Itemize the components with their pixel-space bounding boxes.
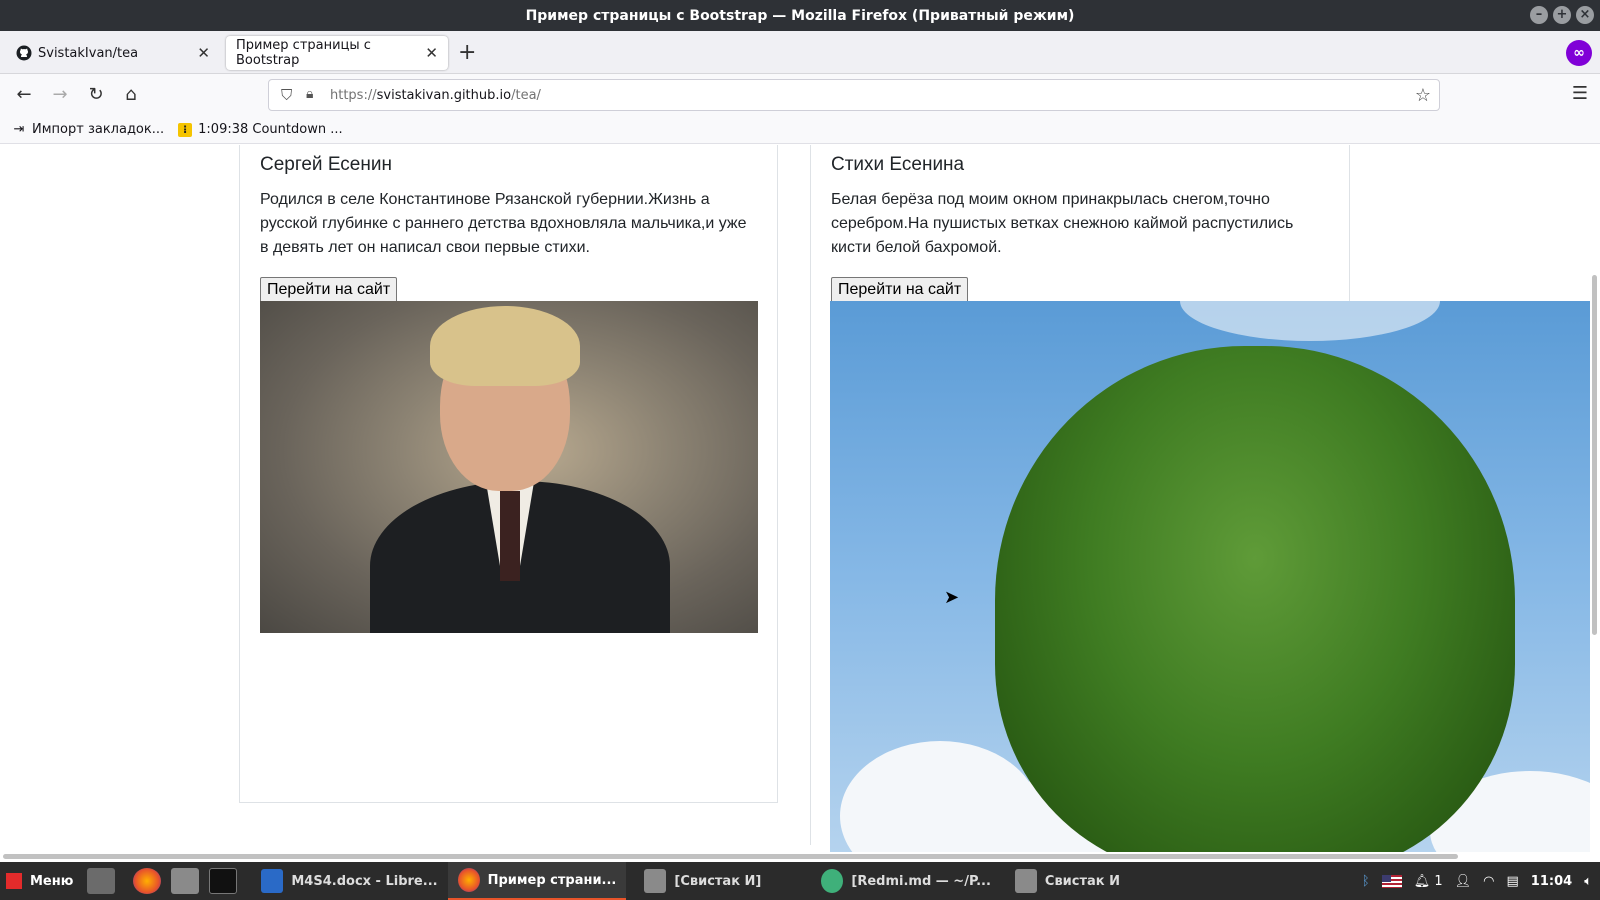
vertical-scrollbar[interactable] [1590, 145, 1600, 850]
maximize-button[interactable]: + [1553, 6, 1571, 24]
bookmark-label: 1:09:38 Countdown ... [198, 122, 343, 137]
files-launcher-icon[interactable] [171, 868, 200, 894]
url-text[interactable]: https://svistakivan.github.io/tea/ [330, 88, 541, 103]
bluetooth-icon[interactable]: ᛒ [1362, 874, 1370, 889]
back-button[interactable]: ← [12, 83, 36, 107]
bookmarks-toolbar: ⇥ Импорт закладок... ⁝ 1:09:38 Countdown… [0, 116, 1600, 144]
scrollbar-thumb[interactable] [1592, 275, 1597, 635]
close-window-button[interactable]: × [1576, 6, 1594, 24]
card-body: Сергей Есенин Родился в селе Константино… [260, 148, 757, 303]
folder-icon [1014, 869, 1037, 893]
countdown-icon: ⁝ [178, 122, 193, 137]
folder-icon [644, 869, 667, 893]
card-text: Родился в селе Константинове Рязанской г… [260, 191, 747, 256]
clock[interactable]: 11:04 [1531, 874, 1572, 889]
taskbar-item-label: Пример страни... [487, 872, 617, 888]
import-icon: ⇥ [13, 121, 25, 137]
tree-crown [995, 346, 1515, 853]
menu-logo-icon [6, 873, 22, 889]
private-browsing-icon: ∞ [1566, 40, 1592, 66]
yesenin-portrait-image [260, 301, 758, 633]
github-icon [16, 45, 32, 61]
birch-tree-image [830, 301, 1590, 853]
taskbar-item-folder2[interactable]: Свистак И [1005, 862, 1130, 900]
atom-icon [821, 869, 844, 893]
tab-strip: SvistakIvan/tea ✕ Пример страницы с Boot… [0, 31, 1600, 74]
portrait-tie [500, 491, 520, 581]
bookmark-star-icon[interactable]: ☆ [1415, 85, 1431, 106]
notifications-icon[interactable]: 🔔︎ 1 [1414, 874, 1443, 889]
user-icon[interactable]: 👤︎ [1455, 874, 1472, 889]
tracking-protection-icon[interactable]: ⛉ [281, 86, 292, 104]
bookmark-import[interactable]: ⇥ Импорт закладок... [12, 121, 165, 137]
close-tab-icon[interactable]: ✕ [197, 44, 210, 62]
window-titlebar: Пример страницы с Bootstrap — Mozilla Fi… [0, 0, 1600, 31]
notification-count: 1 [1434, 873, 1443, 889]
start-menu-button[interactable]: Меню [6, 873, 73, 889]
taskbar-item-atom[interactable]: [Redmi.md — ~/P... [811, 862, 1001, 900]
taskbar-item-folder1[interactable]: [Свистак И] [634, 862, 771, 900]
taskbar-item-label: [Свистак И] [674, 873, 762, 889]
close-tab-icon[interactable]: ✕ [425, 44, 438, 62]
url-protocol: https:// [330, 88, 377, 103]
menu-label: Меню [30, 873, 74, 889]
mouse-cursor-icon: ➤ [944, 587, 960, 608]
card-body: Стихи Есенина Белая берёза под моим окно… [831, 148, 1329, 303]
home-button[interactable]: ⌂ [119, 83, 143, 107]
tab-label: Пример страницы с Bootstrap [236, 38, 371, 68]
card-title: Стихи Есенина [831, 154, 965, 175]
window-controls: – + × [1530, 6, 1594, 24]
card-text: Белая берёза под моим окном принакрылась… [831, 191, 1294, 256]
terminal-launcher-icon[interactable] [209, 868, 238, 894]
firefox-icon [457, 868, 480, 892]
taskbar: Меню M4S4.docx - Libre... Пример страни.… [0, 862, 1600, 900]
taskbar-item-firefox[interactable]: Пример страни... [447, 862, 627, 900]
hamburger-menu-icon[interactable]: ☰ [1572, 83, 1588, 104]
url-bar[interactable]: ⛉ 🔒︎ https://svistakivan.github.io/tea/ … [268, 79, 1440, 111]
volume-icon[interactable]: 🔈︎ [1584, 874, 1592, 889]
system-tray: ᛒ 🔔︎ 1 👤︎ ◠ ▤ 11:04 🔈︎ [1362, 862, 1592, 900]
minimize-button[interactable]: – [1530, 6, 1548, 24]
cloud-shape [1180, 301, 1440, 341]
scrollbar-thumb[interactable] [3, 854, 1458, 859]
lock-icon[interactable]: 🔒︎ [306, 86, 313, 102]
url-host: svistakivan.github.io [376, 88, 512, 103]
show-desktop-icon[interactable] [87, 868, 116, 894]
taskbar-item-label: Свистак И [1044, 873, 1121, 889]
taskbar-item-writer[interactable]: M4S4.docx - Libre... [251, 862, 447, 900]
tab-active-page[interactable]: Пример страницы с Bootstrap ✕ [226, 36, 448, 70]
clipboard-icon[interactable]: ▤ [1507, 874, 1519, 889]
bookmark-countdown[interactable]: ⁝ 1:09:38 Countdown ... [178, 122, 343, 137]
navigation-toolbar: ← → ↻ ⌂ ⛉ 🔒︎ https://svistakivan.github.… [0, 74, 1600, 116]
firefox-launcher-icon[interactable] [133, 868, 162, 894]
portrait-hair [430, 306, 580, 386]
tab-github[interactable]: SvistakIvan/tea ✕ [6, 36, 220, 70]
taskbar-item-label: [Redmi.md — ~/P... [851, 873, 991, 889]
writer-icon [261, 869, 284, 893]
card-visit-button[interactable]: Перейти на сайт [260, 277, 398, 303]
url-path: /tea/ [511, 88, 541, 103]
card-visit-button[interactable]: Перейти на сайт [831, 277, 969, 303]
wifi-icon[interactable]: ◠ [1483, 874, 1494, 889]
forward-button[interactable]: → [48, 83, 72, 107]
keyboard-layout-flag-icon[interactable] [1381, 874, 1402, 888]
card-title: Сергей Есенин [260, 154, 392, 175]
bookmark-label: Импорт закладок... [32, 122, 165, 137]
tab-label: SvistakIvan/tea [38, 45, 139, 61]
reload-button[interactable]: ↻ [84, 83, 108, 107]
new-tab-button[interactable]: + [458, 40, 476, 65]
window-title: Пример страницы с Bootstrap — Mozilla Fi… [525, 7, 1075, 24]
horizontal-scrollbar[interactable] [0, 852, 1600, 860]
taskbar-item-label: M4S4.docx - Libre... [291, 873, 438, 889]
